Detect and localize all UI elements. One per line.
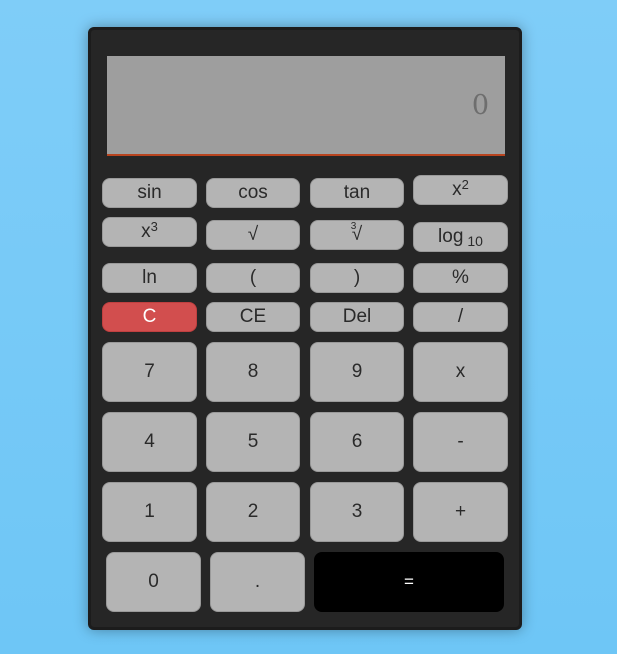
digit-0-button[interactable]: 0 <box>106 552 201 612</box>
multiply-button[interactable]: x <box>413 342 508 402</box>
percent-label: % <box>452 267 469 288</box>
digit-3-label: 3 <box>351 501 363 522</box>
divide-button[interactable]: / <box>413 302 508 332</box>
digit-1-button[interactable]: 1 <box>102 482 197 542</box>
digit-2-button[interactable]: 2 <box>206 482 300 542</box>
cube-button[interactable]: x3 <box>102 217 197 247</box>
digit-8-label: 8 <box>247 361 259 382</box>
digit-3-button[interactable]: 3 <box>310 482 404 542</box>
square-base: x <box>452 179 462 200</box>
log-base: 10 <box>467 233 483 249</box>
tan-button[interactable]: tan <box>310 178 404 208</box>
display-value: 0 <box>471 89 489 121</box>
decimal-label: . <box>254 571 261 592</box>
calculator: 0 sin cos tan x2 x3 √ 3 √ log 10 ln ( ) % … <box>88 27 522 630</box>
calculator-display: 0 <box>107 56 505 156</box>
subtract-label: - <box>457 431 464 452</box>
log-label: log <box>438 226 464 247</box>
cos-button[interactable]: cos <box>206 178 300 208</box>
digit-5-label: 5 <box>247 431 259 452</box>
decimal-button[interactable]: . <box>210 552 305 612</box>
digit-4-button[interactable]: 4 <box>102 412 197 472</box>
clear-button[interactable]: C <box>102 302 197 332</box>
open-paren-button[interactable]: ( <box>206 263 300 293</box>
square-button[interactable]: x2 <box>413 175 508 205</box>
multiply-label: x <box>455 361 466 382</box>
cube-root-index: 3 <box>350 221 357 232</box>
digit-1-label: 1 <box>144 501 155 522</box>
add-button[interactable]: + <box>413 482 508 542</box>
digit-7-button[interactable]: 7 <box>102 342 197 402</box>
cos-label: cos <box>238 182 268 203</box>
square-root-icon: √ <box>247 224 259 245</box>
close-paren-label: ) <box>353 267 361 288</box>
digit-2-label: 2 <box>247 501 259 522</box>
clear-entry-label: CE <box>239 306 267 327</box>
sin-button[interactable]: sin <box>102 178 197 208</box>
ln-button[interactable]: ln <box>102 263 197 293</box>
sin-label: sin <box>137 182 162 203</box>
close-paren-button[interactable]: ) <box>310 263 404 293</box>
ln-label: ln <box>142 267 157 288</box>
delete-button[interactable]: Del <box>310 302 404 332</box>
cube-root-button[interactable]: 3 √ <box>310 220 404 250</box>
add-label: + <box>454 501 467 522</box>
subtract-button[interactable]: - <box>413 412 508 472</box>
clear-label: C <box>142 306 157 327</box>
digit-9-button[interactable]: 9 <box>310 342 404 402</box>
equals-button[interactable]: = <box>314 552 504 612</box>
cube-root-icon: 3 √ <box>350 221 362 246</box>
digit-6-label: 6 <box>351 431 363 452</box>
digit-6-button[interactable]: 6 <box>310 412 404 472</box>
digit-5-button[interactable]: 5 <box>206 412 300 472</box>
square-exponent: 2 <box>461 176 469 192</box>
percent-button[interactable]: % <box>413 263 508 293</box>
digit-7-label: 7 <box>144 361 155 382</box>
equals-label: = <box>404 572 414 591</box>
log10-button[interactable]: log 10 <box>413 222 508 252</box>
open-paren-label: ( <box>249 267 257 288</box>
divide-label: / <box>457 306 464 327</box>
digit-9-label: 9 <box>351 361 363 382</box>
tan-label: tan <box>343 182 371 203</box>
cube-base: x <box>141 221 151 242</box>
clear-entry-button[interactable]: CE <box>206 302 300 332</box>
delete-label: Del <box>342 306 372 327</box>
cube-exponent: 3 <box>150 218 158 234</box>
digit-4-label: 4 <box>144 431 155 452</box>
digit-8-button[interactable]: 8 <box>206 342 300 402</box>
square-root-button[interactable]: √ <box>206 220 300 250</box>
digit-0-label: 0 <box>148 571 159 592</box>
